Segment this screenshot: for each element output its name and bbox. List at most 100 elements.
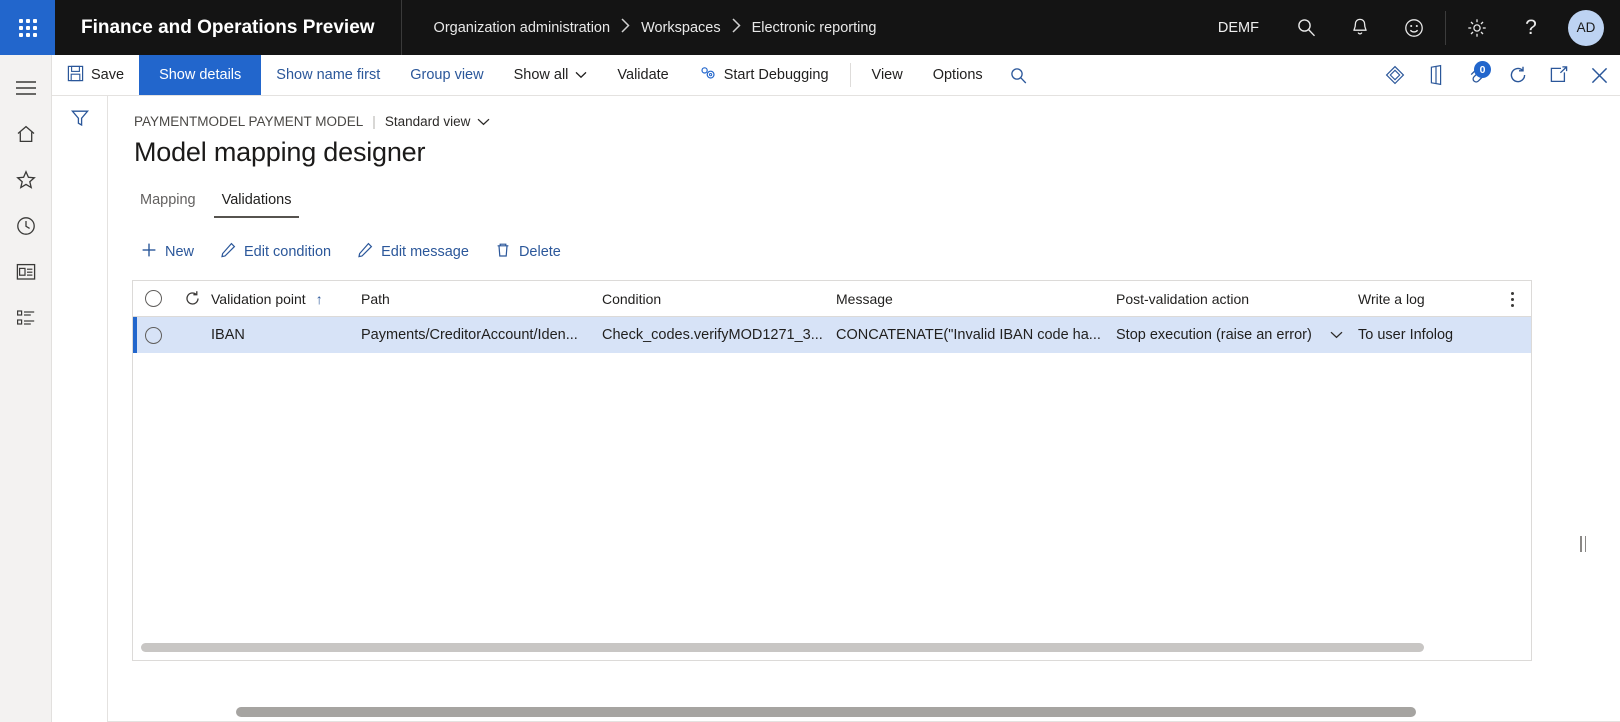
new-label: New — [165, 244, 195, 260]
command-bar-divider — [849, 63, 851, 87]
tab-validations[interactable]: Validations — [213, 188, 300, 218]
help-icon[interactable]: ? — [1504, 0, 1558, 55]
cell-write-a-log[interactable]: To user Infolog — [1358, 327, 1518, 343]
chevron-down-icon — [575, 67, 587, 83]
notifications-bell-icon[interactable] — [1333, 0, 1387, 55]
new-button[interactable]: New — [130, 236, 205, 268]
top-bar-divider — [1445, 10, 1446, 45]
tab-list: Mapping Validations — [132, 188, 1620, 218]
plus-icon — [141, 242, 157, 262]
chevron-down-icon — [477, 114, 490, 129]
attachments-count-badge: 0 — [1474, 61, 1491, 78]
row-select-cell[interactable] — [133, 326, 173, 344]
debug-gears-icon — [699, 65, 717, 86]
edit-message-button[interactable]: Edit message — [346, 236, 480, 268]
show-all-label: Show all — [513, 67, 569, 83]
cell-path[interactable]: Payments/CreditorAccount/Iden... — [361, 327, 602, 343]
pencil-icon — [357, 242, 373, 262]
breadcrumb-chevron-icon — [620, 18, 631, 37]
open-in-new-window-icon[interactable] — [1538, 55, 1579, 95]
edit-condition-button[interactable]: Edit condition — [209, 236, 342, 268]
cell-validation-point[interactable]: IBAN — [211, 327, 361, 343]
cell-message[interactable]: CONCATENATE("Invalid IBAN code ha... — [836, 327, 1116, 343]
cell-condition[interactable]: Check_codes.verifyMOD1271_3... — [602, 327, 836, 343]
app-launcher-waffle-icon[interactable] — [0, 0, 55, 55]
view-selector-label: Standard view — [384, 114, 471, 129]
model-name-label: PAYMENTMODEL PAYMENT MODEL — [134, 114, 364, 129]
grid-action-toolbar: New Edit condition Edit message Delete — [130, 236, 1620, 268]
waffle-grid — [18, 18, 37, 37]
trash-icon — [495, 242, 511, 262]
attachments-icon[interactable]: 0 — [1456, 55, 1497, 95]
save-label: Save — [91, 67, 125, 83]
grid-refresh-column-icon[interactable] — [173, 290, 211, 307]
view-menu[interactable]: View — [857, 55, 918, 95]
sidebar-item-recent[interactable] — [0, 203, 52, 249]
column-header-validation-point-label: Validation point — [211, 290, 306, 307]
more-options-kebab-icon[interactable] — [1503, 289, 1521, 309]
company-selector[interactable]: DEMF — [1198, 20, 1279, 36]
grid-horizontal-scrollbar[interactable] — [141, 643, 1424, 652]
start-debugging-button[interactable]: Start Debugging — [684, 55, 844, 95]
edit-message-label: Edit message — [381, 244, 469, 260]
column-header-condition[interactable]: Condition — [602, 291, 836, 307]
view-selector[interactable]: Standard view — [385, 114, 491, 129]
product-title: Finance and Operations Preview — [55, 0, 402, 55]
cell-post-validation-action[interactable]: Stop execution (raise an error) — [1116, 327, 1358, 343]
chevron-down-icon[interactable] — [1330, 327, 1343, 343]
command-bar-search-icon[interactable] — [998, 55, 1039, 95]
eyebrow-separator: | — [372, 114, 376, 129]
column-header-path[interactable]: Path — [361, 291, 602, 307]
start-debugging-label: Start Debugging — [723, 67, 829, 83]
grid-header-row: Validation point ↑ Path Condition Messag… — [133, 281, 1531, 317]
pane-splitter-handle[interactable] — [1576, 533, 1590, 555]
page-horizontal-scrollbar[interactable] — [236, 707, 1416, 717]
close-icon[interactable] — [1579, 55, 1620, 95]
filter-funnel-icon[interactable] — [70, 108, 90, 722]
select-all-cell[interactable] — [133, 290, 173, 307]
select-all-radio[interactable] — [144, 290, 162, 307]
group-view-button[interactable]: Group view — [395, 55, 498, 95]
table-row[interactable]: IBAN Payments/CreditorAccount/Iden... Ch… — [133, 317, 1531, 353]
search-icon[interactable] — [1279, 0, 1333, 55]
refresh-icon[interactable] — [1497, 55, 1538, 95]
page-content: PAYMENTMODEL PAYMENT MODEL | Standard vi… — [108, 96, 1620, 722]
delete-button[interactable]: Delete — [484, 236, 572, 268]
edit-condition-label: Edit condition — [244, 244, 332, 260]
avatar[interactable]: AD — [1568, 9, 1604, 46]
sort-ascending-icon: ↑ — [315, 290, 323, 307]
sidebar-item-home[interactable] — [0, 111, 52, 157]
column-header-write-a-log[interactable]: Write a log — [1358, 291, 1518, 307]
filter-pane — [52, 96, 108, 722]
feedback-smiley-icon[interactable] — [1387, 0, 1441, 55]
office-apps-icon[interactable] — [1415, 55, 1456, 95]
column-header-validation-point[interactable]: Validation point ↑ — [211, 291, 361, 307]
tab-mapping[interactable]: Mapping — [132, 188, 204, 218]
save-disk-icon — [67, 65, 84, 86]
sidebar-item-modules[interactable] — [0, 295, 52, 341]
sidebar-item-workspaces[interactable] — [0, 249, 52, 295]
breadcrumb-item-workspaces[interactable]: Workspaces — [641, 20, 721, 36]
left-navigation-rail — [0, 55, 52, 722]
column-header-message[interactable]: Message — [836, 291, 1116, 307]
options-menu[interactable]: Options — [918, 55, 998, 95]
top-bar-right-tools: DEMF ? AD — [1198, 0, 1620, 55]
show-details-button[interactable]: Show details — [139, 55, 262, 95]
row-select-radio[interactable] — [144, 326, 162, 344]
sidebar-item-favorites[interactable] — [0, 157, 52, 203]
top-navigation-bar: Finance and Operations Preview Organizat… — [0, 0, 1620, 55]
settings-gear-icon[interactable] — [1450, 0, 1504, 55]
column-header-post-validation-action[interactable]: Post-validation action — [1116, 291, 1358, 307]
page-header: PAYMENTMODEL PAYMENT MODEL | Standard vi… — [108, 96, 1620, 168]
show-all-menu[interactable]: Show all — [499, 55, 603, 95]
save-button[interactable]: Save — [52, 55, 139, 95]
breadcrumb-item-electronic-reporting[interactable]: Electronic reporting — [752, 20, 877, 36]
breadcrumb-item-organization-administration[interactable]: Organization administration — [434, 20, 611, 36]
validations-grid: Validation point ↑ Path Condition Messag… — [132, 280, 1532, 661]
personalize-icon[interactable] — [1374, 55, 1415, 95]
show-name-first-button[interactable]: Show name first — [261, 55, 395, 95]
navigation-menu-hamburger-icon[interactable] — [0, 65, 52, 111]
pencil-icon — [220, 242, 236, 262]
breadcrumb: Organization administration Workspaces E… — [402, 18, 877, 37]
validate-button[interactable]: Validate — [602, 55, 683, 95]
